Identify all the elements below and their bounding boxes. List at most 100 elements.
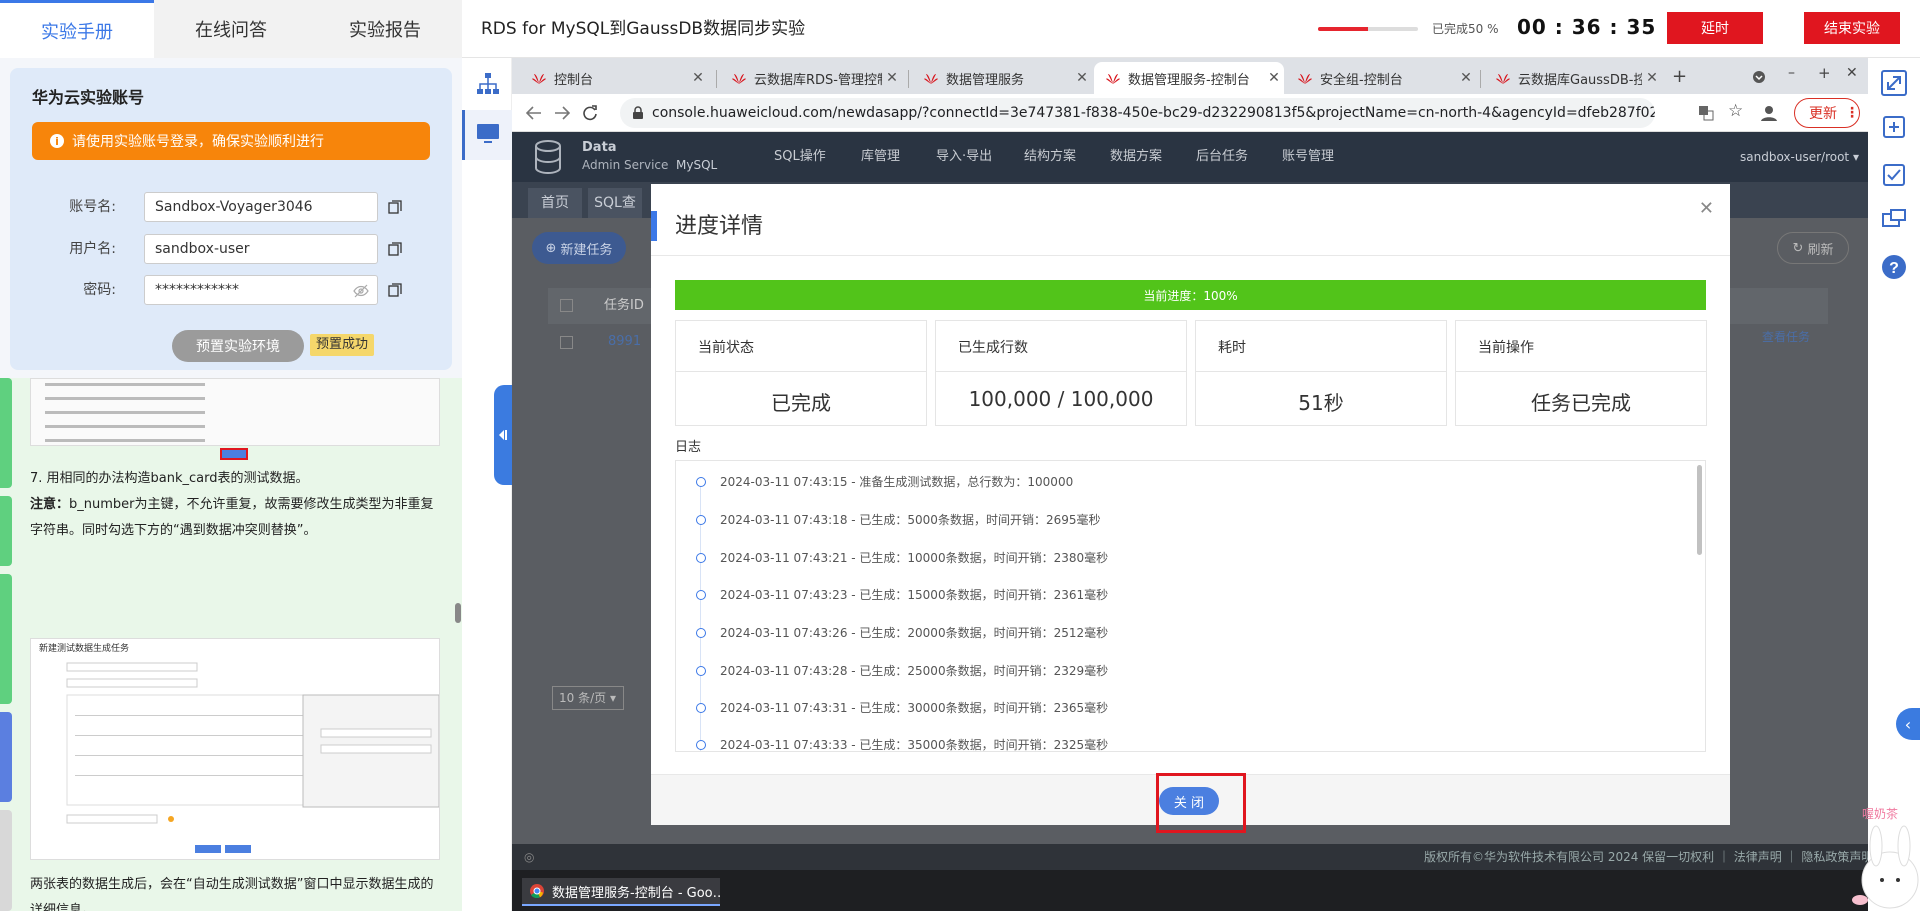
chrome-icon: [530, 884, 544, 898]
end-experiment-button[interactable]: 结束实验: [1804, 12, 1900, 44]
profile-icon[interactable]: [1760, 104, 1778, 122]
browser-tab[interactable]: 安全组-控制台 ✕: [1286, 62, 1476, 94]
log-text: 2024-03-11 07:43:15 - 准备生成测试数据，总行数为：1000…: [720, 475, 1074, 489]
timeline-dot: [696, 589, 706, 600]
forward-icon[interactable]: [554, 106, 570, 120]
page-size-value: 10 条/页: [559, 691, 607, 705]
das-tab-home[interactable]: 首页: [528, 188, 582, 218]
database-logo-icon: [535, 140, 561, 174]
modal-title: 进度详情: [675, 214, 764, 239]
tab-qa[interactable]: 在线问答: [154, 0, 308, 58]
topology-icon[interactable]: [476, 72, 500, 96]
das-nav-item[interactable]: 数据方案: [1110, 132, 1162, 182]
expand-right-button[interactable]: ‹: [1896, 708, 1920, 740]
password-value: ************: [155, 282, 239, 298]
eye-off-icon[interactable]: [353, 283, 369, 299]
after-generation-text: 两张表的数据生成后，会在“自动生成测试数据”窗口中显示数据生成的详细信息。: [30, 877, 434, 911]
translate-icon[interactable]: [1698, 105, 1714, 121]
log-panel[interactable]: 2024-03-11 07:43:15 - 准备生成测试数据，总行数为：1000…: [675, 460, 1706, 752]
tab-report[interactable]: 实验报告: [308, 0, 462, 58]
reload-icon[interactable]: [582, 105, 598, 121]
back-icon[interactable]: [526, 106, 542, 120]
tab-separator: [908, 70, 909, 88]
huawei-favicon-icon: [532, 74, 546, 84]
manual-tabs: 实验手册 在线问答 实验报告: [0, 0, 462, 58]
maximize-icon[interactable]: +: [1818, 64, 1831, 82]
fullscreen-icon[interactable]: [1881, 70, 1907, 96]
browser-tab[interactable]: 控制台 ✕: [520, 62, 708, 94]
account-name-field[interactable]: Sandbox-Voyager3046: [144, 192, 378, 222]
close-modal-button[interactable]: 关 闭: [1159, 787, 1219, 815]
select-all-checkbox[interactable]: [560, 299, 573, 312]
stat-value: 51秒: [1298, 391, 1344, 415]
collapse-panel-button[interactable]: [494, 385, 512, 485]
close-icon[interactable]: ✕: [1642, 70, 1662, 86]
new-task-button[interactable]: ⊕ 新建任务: [532, 232, 626, 264]
log-thumbnail-graphic: [45, 383, 205, 442]
add-note-icon[interactable]: [1881, 114, 1907, 140]
remote-desktop-icon[interactable]: [1881, 208, 1907, 234]
huawei-favicon-icon: [1106, 74, 1120, 84]
browser-tab[interactable]: 云数据库RDS-管理控制台✕: [720, 62, 902, 94]
das-nav-item[interactable]: 后台任务: [1196, 132, 1248, 182]
tab-manual[interactable]: 实验手册: [0, 0, 154, 58]
extend-button[interactable]: 延时: [1667, 12, 1763, 44]
close-icon[interactable]: ✕: [1264, 70, 1284, 86]
tab-search-icon[interactable]: [1752, 70, 1766, 84]
checklist-icon[interactable]: [1881, 162, 1907, 188]
log-item: 2024-03-11 07:43:21 - 已生成：10000条数据，时间开销：…: [696, 549, 1108, 566]
close-icon[interactable]: ✕: [1699, 198, 1714, 219]
log-text: 2024-03-11 07:43:28 - 已生成：25000条数据，时间开销：…: [720, 664, 1109, 678]
task-id-link[interactable]: 8991: [608, 334, 641, 349]
url-field[interactable]: console.huaweicloud.com/newdasapp/?conne…: [620, 98, 1655, 128]
manual-scrollbar[interactable]: [455, 603, 461, 623]
close-icon[interactable]: ✕: [1072, 70, 1092, 86]
preset-success-badge: 预置成功: [310, 334, 375, 356]
copy-icon[interactable]: [388, 242, 402, 256]
refresh-button[interactable]: ↻ 刷新: [1777, 232, 1849, 264]
das-nav-item[interactable]: 结构方案: [1024, 132, 1076, 182]
minimize-icon[interactable]: –: [1788, 65, 1795, 81]
copy-icon[interactable]: [388, 283, 402, 297]
stat-divider: [1196, 371, 1446, 372]
task-progress-text: 当前进度：100%: [1143, 288, 1238, 303]
browser-tab[interactable]: 数据管理服务 ✕: [912, 62, 1092, 94]
copy-icon[interactable]: [388, 200, 402, 214]
page-size-select[interactable]: 10 条/页 ▾: [552, 686, 624, 710]
close-icon[interactable]: ✕: [688, 70, 708, 86]
taskbar-chrome-item[interactable]: 数据管理服务-控制台 - Goo…: [522, 878, 720, 906]
browser-tab-active[interactable]: 数据管理服务-控制台 ✕: [1094, 62, 1284, 94]
account-warning: i 请使用实验账号登录，确保实验顺利进行: [32, 122, 430, 160]
das-nav-item[interactable]: 账号管理: [1282, 132, 1334, 182]
preset-environment-button[interactable]: 预置实验环境: [172, 330, 304, 362]
das-nav-item[interactable]: 导入·导出: [936, 132, 992, 182]
das-user-menu[interactable]: sandbox-user/root ▾: [1740, 132, 1859, 182]
footer-icon: ◎: [524, 850, 535, 864]
password-field[interactable]: ************: [144, 275, 378, 305]
stat-card: 耗时 51秒: [1195, 320, 1447, 426]
username-field[interactable]: sandbox-user: [144, 234, 378, 264]
timeline-dot: [696, 627, 706, 638]
stat-divider: [936, 371, 1186, 372]
experiment-title: RDS for MySQL到GaussDB数据同步实验: [481, 19, 806, 39]
right-toolbar: ?: [1868, 58, 1920, 911]
help-icon[interactable]: ?: [1881, 254, 1907, 280]
das-nav-item[interactable]: 库管理: [861, 132, 900, 182]
close-icon[interactable]: ✕: [1456, 70, 1476, 86]
das-nav-item[interactable]: SQL操作: [774, 132, 826, 182]
top-bar: 实验手册 在线问答 实验报告 RDS for MySQL到GaussDB数据同步…: [0, 0, 1920, 58]
note-body: b_number为主键，不允许重复，故需要修改生成类型为非重复字符串。同时勾选下…: [30, 497, 434, 538]
close-icon[interactable]: ✕: [882, 70, 902, 86]
browser-tab[interactable]: 云数据库GaussDB-控制台✕: [1484, 62, 1662, 94]
desktop-tool-active[interactable]: [462, 110, 512, 160]
row-checkbox[interactable]: [560, 336, 573, 349]
bookmark-star-icon[interactable]: ☆: [1728, 101, 1743, 121]
das-tab-sql[interactable]: SQL查: [588, 188, 642, 218]
window-close-icon[interactable]: ✕: [1846, 65, 1858, 81]
log-scrollbar[interactable]: [1697, 465, 1702, 555]
log-item: 2024-03-11 07:43:23 - 已生成：15000条数据，时间开销：…: [696, 586, 1108, 603]
new-tab-icon[interactable]: +: [1672, 66, 1687, 87]
view-task-link[interactable]: 查看任务: [1762, 328, 1810, 345]
task-progress-bar: 当前进度：100%: [675, 280, 1706, 310]
update-button[interactable]: 更新 ⋮: [1794, 98, 1860, 128]
